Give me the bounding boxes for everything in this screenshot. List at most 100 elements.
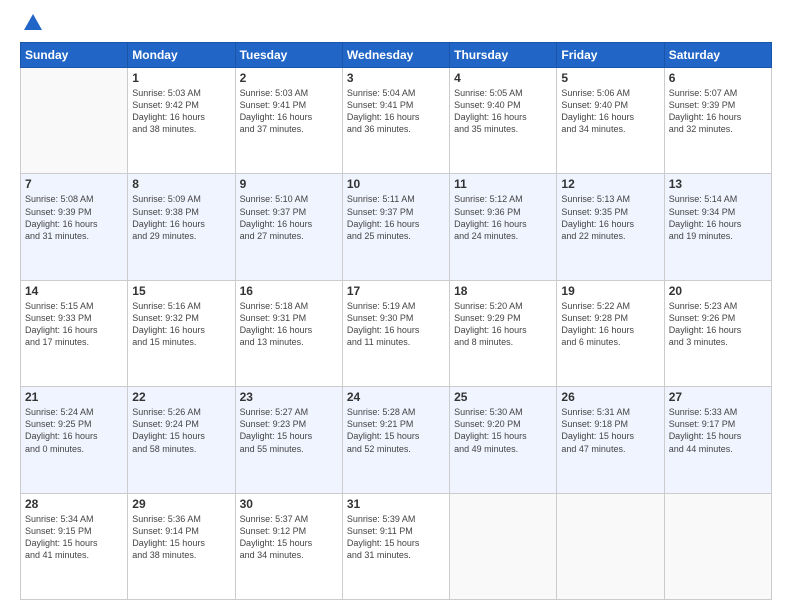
day-number: 27 xyxy=(669,390,767,404)
cell-text: Sunrise: 5:14 AM xyxy=(669,193,767,205)
cell-text: Daylight: 16 hours xyxy=(454,218,552,230)
cell-text: Sunrise: 5:26 AM xyxy=(132,406,230,418)
calendar-cell: 21Sunrise: 5:24 AMSunset: 9:25 PMDayligh… xyxy=(21,387,128,493)
cell-text: Sunrise: 5:09 AM xyxy=(132,193,230,205)
cell-text: Daylight: 15 hours xyxy=(561,430,659,442)
cell-text: Sunrise: 5:07 AM xyxy=(669,87,767,99)
cell-text: Daylight: 16 hours xyxy=(669,218,767,230)
calendar-cell: 13Sunrise: 5:14 AMSunset: 9:34 PMDayligh… xyxy=(664,174,771,280)
cell-text: Daylight: 16 hours xyxy=(25,430,123,442)
cell-text: and 31 minutes. xyxy=(347,549,445,561)
cell-text: and 35 minutes. xyxy=(454,123,552,135)
header-day-wednesday: Wednesday xyxy=(342,43,449,68)
cell-text: Daylight: 16 hours xyxy=(454,111,552,123)
cell-text: Sunset: 9:40 PM xyxy=(561,99,659,111)
day-number: 17 xyxy=(347,284,445,298)
cell-text: Daylight: 15 hours xyxy=(669,430,767,442)
day-number: 8 xyxy=(132,177,230,191)
cell-text: Sunrise: 5:18 AM xyxy=(240,300,338,312)
header-day-friday: Friday xyxy=(557,43,664,68)
cell-text: Daylight: 16 hours xyxy=(669,324,767,336)
cell-text: Sunset: 9:12 PM xyxy=(240,525,338,537)
calendar-cell: 11Sunrise: 5:12 AMSunset: 9:36 PMDayligh… xyxy=(450,174,557,280)
cell-text: Daylight: 16 hours xyxy=(240,218,338,230)
cell-text: Daylight: 16 hours xyxy=(347,218,445,230)
logo-text xyxy=(20,16,44,34)
cell-text: Sunrise: 5:37 AM xyxy=(240,513,338,525)
cell-text: and 22 minutes. xyxy=(561,230,659,242)
day-number: 20 xyxy=(669,284,767,298)
cell-text: Daylight: 16 hours xyxy=(669,111,767,123)
cell-text: Sunrise: 5:03 AM xyxy=(240,87,338,99)
cell-text: and 32 minutes. xyxy=(669,123,767,135)
week-row: 28Sunrise: 5:34 AMSunset: 9:15 PMDayligh… xyxy=(21,493,772,599)
cell-text: Sunrise: 5:30 AM xyxy=(454,406,552,418)
cell-text: and 44 minutes. xyxy=(669,443,767,455)
day-number: 28 xyxy=(25,497,123,511)
week-row: 7Sunrise: 5:08 AMSunset: 9:39 PMDaylight… xyxy=(21,174,772,280)
cell-text: Sunset: 9:17 PM xyxy=(669,418,767,430)
calendar-cell: 14Sunrise: 5:15 AMSunset: 9:33 PMDayligh… xyxy=(21,280,128,386)
cell-text: and 49 minutes. xyxy=(454,443,552,455)
cell-text: and 24 minutes. xyxy=(454,230,552,242)
day-number: 11 xyxy=(454,177,552,191)
cell-text: Sunrise: 5:16 AM xyxy=(132,300,230,312)
calendar-cell: 27Sunrise: 5:33 AMSunset: 9:17 PMDayligh… xyxy=(664,387,771,493)
cell-text: and 31 minutes. xyxy=(25,230,123,242)
calendar-cell: 9Sunrise: 5:10 AMSunset: 9:37 PMDaylight… xyxy=(235,174,342,280)
calendar-cell: 26Sunrise: 5:31 AMSunset: 9:18 PMDayligh… xyxy=(557,387,664,493)
cell-text: Sunrise: 5:36 AM xyxy=(132,513,230,525)
cell-text: Sunset: 9:32 PM xyxy=(132,312,230,324)
calendar-cell: 23Sunrise: 5:27 AMSunset: 9:23 PMDayligh… xyxy=(235,387,342,493)
week-row: 21Sunrise: 5:24 AMSunset: 9:25 PMDayligh… xyxy=(21,387,772,493)
cell-text: Sunrise: 5:08 AM xyxy=(25,193,123,205)
cell-text: Sunset: 9:26 PM xyxy=(669,312,767,324)
day-number: 5 xyxy=(561,71,659,85)
cell-text: Daylight: 15 hours xyxy=(454,430,552,442)
cell-text: and 8 minutes. xyxy=(454,336,552,348)
calendar-cell: 24Sunrise: 5:28 AMSunset: 9:21 PMDayligh… xyxy=(342,387,449,493)
cell-text: Daylight: 15 hours xyxy=(347,537,445,549)
cell-text: Sunset: 9:38 PM xyxy=(132,206,230,218)
cell-text: and 17 minutes. xyxy=(25,336,123,348)
day-number: 22 xyxy=(132,390,230,404)
cell-text: and 52 minutes. xyxy=(347,443,445,455)
cell-text: Daylight: 16 hours xyxy=(347,324,445,336)
cell-text: Sunrise: 5:34 AM xyxy=(25,513,123,525)
cell-text: Daylight: 15 hours xyxy=(25,537,123,549)
cell-text: Sunset: 9:31 PM xyxy=(240,312,338,324)
cell-text: and 15 minutes. xyxy=(132,336,230,348)
cell-text: Sunset: 9:40 PM xyxy=(454,99,552,111)
day-number: 9 xyxy=(240,177,338,191)
calendar-cell xyxy=(664,493,771,599)
calendar-cell: 7Sunrise: 5:08 AMSunset: 9:39 PMDaylight… xyxy=(21,174,128,280)
cell-text: and 3 minutes. xyxy=(669,336,767,348)
cell-text: and 55 minutes. xyxy=(240,443,338,455)
cell-text: Daylight: 15 hours xyxy=(240,537,338,549)
cell-text: Sunset: 9:29 PM xyxy=(454,312,552,324)
calendar-cell: 15Sunrise: 5:16 AMSunset: 9:32 PMDayligh… xyxy=(128,280,235,386)
cell-text: Sunrise: 5:03 AM xyxy=(132,87,230,99)
cell-text: Sunrise: 5:15 AM xyxy=(25,300,123,312)
calendar-cell: 3Sunrise: 5:04 AMSunset: 9:41 PMDaylight… xyxy=(342,68,449,174)
page: SundayMondayTuesdayWednesdayThursdayFrid… xyxy=(0,0,792,612)
calendar-body: 1Sunrise: 5:03 AMSunset: 9:42 PMDaylight… xyxy=(21,68,772,600)
day-number: 15 xyxy=(132,284,230,298)
day-number: 25 xyxy=(454,390,552,404)
cell-text: Sunset: 9:20 PM xyxy=(454,418,552,430)
day-number: 21 xyxy=(25,390,123,404)
cell-text: Sunset: 9:41 PM xyxy=(347,99,445,111)
cell-text: and 47 minutes. xyxy=(561,443,659,455)
day-number: 24 xyxy=(347,390,445,404)
calendar-cell: 22Sunrise: 5:26 AMSunset: 9:24 PMDayligh… xyxy=(128,387,235,493)
cell-text: Daylight: 16 hours xyxy=(561,111,659,123)
cell-text: Sunset: 9:39 PM xyxy=(669,99,767,111)
cell-text: Sunrise: 5:39 AM xyxy=(347,513,445,525)
day-number: 16 xyxy=(240,284,338,298)
day-number: 6 xyxy=(669,71,767,85)
cell-text: Sunrise: 5:04 AM xyxy=(347,87,445,99)
cell-text: Sunrise: 5:12 AM xyxy=(454,193,552,205)
cell-text: Daylight: 16 hours xyxy=(132,111,230,123)
calendar-cell: 5Sunrise: 5:06 AMSunset: 9:40 PMDaylight… xyxy=(557,68,664,174)
calendar-cell: 19Sunrise: 5:22 AMSunset: 9:28 PMDayligh… xyxy=(557,280,664,386)
